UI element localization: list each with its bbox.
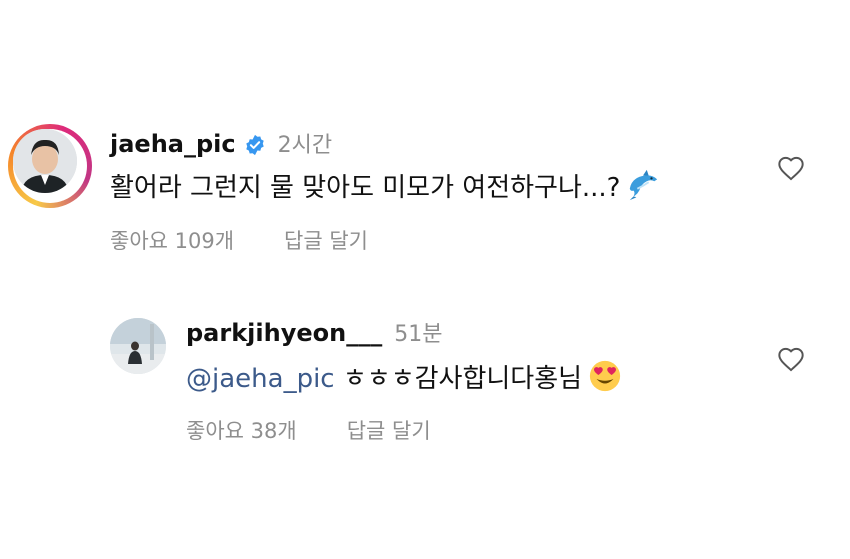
story-ring-avatar[interactable] (8, 124, 92, 208)
comment-actions: 좋아요 109개 답글 달기 (110, 225, 368, 255)
comment-text: ㅎㅎㅎ감사합니다홍님 (342, 364, 583, 394)
reply-item: parkjihyeon___ 51분 @jaeha_pic ㅎㅎㅎ감사합니다홍님 … (0, 280, 850, 480)
comment-item: jaeha_pic 2시간 활어라 그런지 물 맞아도 미모가 여전하구나...… (0, 0, 850, 280)
comment-body: @jaeha_pic ㅎㅎㅎ감사합니다홍님 (186, 358, 622, 395)
reply-button[interactable]: 답글 달기 (284, 229, 368, 253)
timestamp: 2시간 (277, 133, 333, 158)
comment-text: 활어라 그런지 물 맞아도 미모가 여전하구나...? (110, 173, 621, 203)
heart-outline-icon[interactable] (777, 346, 805, 372)
likes-count[interactable]: 좋아요 38개 (186, 419, 297, 443)
timestamp: 51분 (394, 322, 443, 347)
heart-eyes-emoji-icon (589, 360, 621, 392)
mention-link[interactable]: @jaeha_pic (186, 364, 335, 394)
reply-button[interactable]: 답글 달기 (347, 419, 431, 443)
comment-actions: 좋아요 38개 답글 달기 (186, 415, 431, 445)
dolphin-icon (630, 169, 658, 201)
comment-body: 활어라 그런지 물 맞아도 미모가 여전하구나...? (110, 167, 660, 204)
avatar[interactable] (110, 318, 166, 374)
verified-badge-icon (245, 134, 264, 156)
avatar-photo (13, 129, 77, 193)
username[interactable]: jaeha_pic (110, 130, 236, 158)
avatar (13, 129, 77, 193)
avatar-photo (110, 318, 166, 374)
heart-outline-icon[interactable] (777, 155, 805, 181)
username[interactable]: parkjihyeon___ (186, 319, 382, 347)
likes-count[interactable]: 좋아요 109개 (110, 229, 234, 253)
